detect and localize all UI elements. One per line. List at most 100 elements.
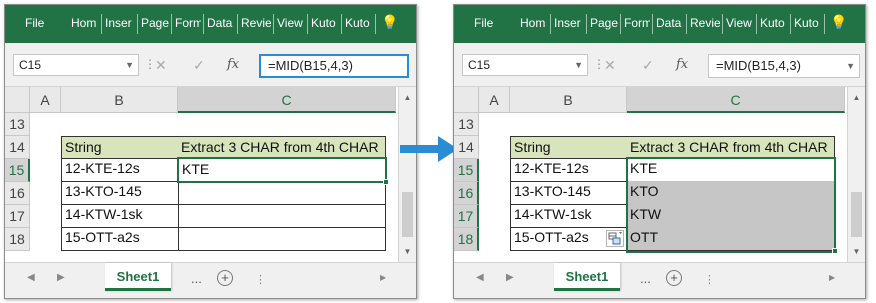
- ribbon-divider: [586, 14, 587, 34]
- tab-page-layout[interactable]: Page: [590, 16, 618, 30]
- string-cell[interactable]: 12-KTE-12s: [510, 158, 628, 182]
- formula-input[interactable]: =MID(B15,4,3): [259, 54, 409, 78]
- add-sheet-icon[interactable]: +: [217, 270, 233, 286]
- column-header-a[interactable]: A: [30, 87, 61, 113]
- drag-handle-icon[interactable]: ⋮: [593, 53, 605, 75]
- worksheet-grid: A B C 13 14 15 16 17 18 String Extract 3…: [5, 87, 396, 263]
- select-all-corner[interactable]: [454, 87, 479, 113]
- cancel-icon[interactable]: ✕: [155, 54, 167, 76]
- header-cell-string[interactable]: String: [61, 136, 179, 159]
- tab-insert[interactable]: Inser: [105, 16, 135, 30]
- result-cell[interactable]: [178, 181, 386, 205]
- result-cell[interactable]: [178, 227, 386, 251]
- fill-handle[interactable]: [832, 248, 838, 254]
- tab-review[interactable]: Revie: [690, 16, 720, 30]
- string-cell[interactable]: 13-KTO-145: [510, 181, 628, 205]
- chevron-down-icon[interactable]: ▼: [125, 55, 134, 75]
- tab-insert[interactable]: Inser: [554, 16, 584, 30]
- select-all-corner[interactable]: [5, 87, 30, 113]
- row-header-18[interactable]: 18: [454, 228, 479, 251]
- column-header-c[interactable]: C: [627, 87, 845, 113]
- tab-page-layout[interactable]: Page: [141, 16, 169, 30]
- tab-home[interactable]: Hom: [71, 16, 99, 30]
- tab-file[interactable]: File: [474, 16, 493, 30]
- active-cell-c15[interactable]: KTE: [177, 157, 387, 183]
- row-header-17[interactable]: 17: [5, 205, 30, 228]
- column-header-a[interactable]: A: [479, 87, 510, 113]
- more-sheets-button[interactable]: ...: [640, 271, 651, 286]
- add-sheet-icon[interactable]: +: [666, 270, 682, 286]
- insert-function-icon[interactable]: fx: [227, 54, 239, 76]
- lightbulb-icon[interactable]: 💡: [381, 14, 398, 31]
- arrow-right-icon: [400, 136, 458, 162]
- row-header-16[interactable]: 16: [454, 182, 479, 205]
- tab-formulas[interactable]: Form: [624, 16, 650, 30]
- tab-home[interactable]: Hom: [520, 16, 548, 30]
- scroll-up-icon[interactable]: ▲: [848, 91, 865, 105]
- string-cell[interactable]: 14-KTW-1sk: [61, 204, 179, 228]
- auto-fill-options-button[interactable]: [606, 230, 624, 247]
- tab-kutools[interactable]: Kuto: [760, 16, 788, 30]
- header-cell-extract[interactable]: Extract 3 CHAR from 4th CHAR: [178, 136, 386, 159]
- row-header-16[interactable]: 16: [5, 182, 30, 205]
- chevron-down-icon[interactable]: ▼: [574, 55, 583, 75]
- next-sheet-icon[interactable]: ▶: [506, 272, 514, 283]
- column-header-c[interactable]: C: [178, 87, 396, 113]
- string-cell[interactable]: 12-KTE-12s: [61, 158, 179, 182]
- vertical-scrollbar[interactable]: ▲ ▼: [398, 87, 416, 263]
- scroll-thumb[interactable]: [851, 192, 862, 237]
- formula-input[interactable]: =MID(B15,4,3) ▼: [708, 54, 860, 78]
- result-cell[interactable]: [178, 204, 386, 228]
- row-header-15[interactable]: 15: [5, 159, 30, 182]
- scroll-down-icon[interactable]: ▼: [399, 245, 416, 259]
- column-header-b[interactable]: B: [61, 87, 178, 113]
- tab-view[interactable]: View: [277, 16, 305, 30]
- tab-view[interactable]: View: [726, 16, 754, 30]
- name-box[interactable]: C15 ▼: [13, 54, 139, 76]
- fill-handle[interactable]: [383, 179, 389, 185]
- more-sheets-button[interactable]: ...: [191, 271, 202, 286]
- row-header-13[interactable]: 13: [5, 113, 30, 136]
- tab-formulas[interactable]: Form: [175, 16, 201, 30]
- tab-kutools[interactable]: Kuto: [311, 16, 339, 30]
- vertical-scrollbar[interactable]: ▲ ▼: [847, 87, 865, 263]
- scroll-thumb[interactable]: [402, 192, 413, 237]
- scroll-right-icon[interactable]: ▶: [829, 273, 835, 282]
- tab-review[interactable]: Revie: [241, 16, 271, 30]
- row-header-13[interactable]: 13: [454, 113, 479, 136]
- enter-icon[interactable]: ✓: [193, 54, 205, 76]
- horizontal-scroll-handle-icon[interactable]: ⋮: [704, 273, 715, 286]
- enter-icon[interactable]: ✓: [642, 54, 654, 76]
- tab-data[interactable]: Data: [656, 16, 684, 30]
- name-box[interactable]: C15 ▼: [462, 54, 588, 76]
- column-header-b[interactable]: B: [510, 87, 627, 113]
- row-header-14[interactable]: 14: [5, 136, 30, 159]
- string-cell[interactable]: 13-KTO-145: [61, 181, 179, 205]
- horizontal-scroll-handle-icon[interactable]: ⋮: [255, 273, 266, 286]
- string-cell[interactable]: 14-KTW-1sk: [510, 204, 628, 228]
- tab-kutools-plus[interactable]: Kuto: [345, 16, 373, 30]
- next-sheet-icon[interactable]: ▶: [57, 272, 65, 283]
- row-header-14[interactable]: 14: [454, 136, 479, 159]
- string-cell[interactable]: 15-OTT-a2s: [61, 227, 179, 251]
- prev-sheet-icon[interactable]: ◀: [27, 272, 35, 283]
- header-cell-string[interactable]: String: [510, 136, 628, 159]
- sheet-tab-sheet1[interactable]: Sheet1: [554, 263, 620, 291]
- header-cell-extract[interactable]: Extract 3 CHAR from 4th CHAR: [627, 136, 835, 159]
- lightbulb-icon[interactable]: 💡: [830, 14, 847, 31]
- insert-function-icon[interactable]: fx: [676, 54, 688, 76]
- row-header-15[interactable]: 15: [454, 159, 479, 182]
- row-header-17[interactable]: 17: [454, 205, 479, 228]
- cancel-icon[interactable]: ✕: [604, 54, 616, 76]
- sheet-tab-sheet1[interactable]: Sheet1: [105, 263, 171, 291]
- prev-sheet-icon[interactable]: ◀: [476, 272, 484, 283]
- scroll-right-icon[interactable]: ▶: [380, 273, 386, 282]
- row-header-18[interactable]: 18: [5, 228, 30, 251]
- drag-handle-icon[interactable]: ⋮: [144, 53, 156, 75]
- scroll-down-icon[interactable]: ▼: [848, 245, 865, 259]
- expand-formula-icon[interactable]: ▼: [846, 55, 855, 77]
- tab-kutools-plus[interactable]: Kuto: [794, 16, 822, 30]
- scroll-up-icon[interactable]: ▲: [399, 91, 416, 105]
- tab-data[interactable]: Data: [207, 16, 235, 30]
- tab-file[interactable]: File: [25, 16, 44, 30]
